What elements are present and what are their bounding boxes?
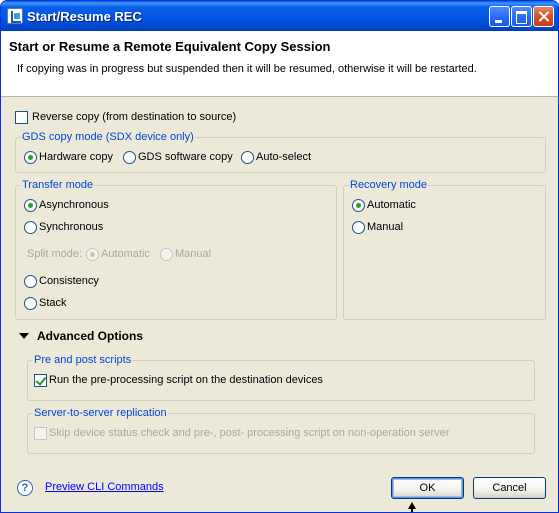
ok-button[interactable]: OK xyxy=(391,477,464,499)
hardware-copy-label[interactable]: Hardware copy xyxy=(39,151,113,163)
asynchronous-radio[interactable] xyxy=(24,199,37,212)
transfer-mode-title: Transfer mode xyxy=(21,179,95,191)
skip-status-check-label[interactable]: Skip device status check and pre-, post-… xyxy=(49,427,449,439)
gds-software-copy-label[interactable]: GDS software copy xyxy=(138,151,233,163)
recovery-automatic-radio[interactable] xyxy=(352,199,365,212)
synchronous-label[interactable]: Synchronous xyxy=(39,221,103,233)
gds-copy-mode-title: GDS copy mode (SDX device only) xyxy=(21,131,195,143)
recovery-manual-radio[interactable] xyxy=(352,221,365,234)
mouse-cursor-stem xyxy=(411,508,413,512)
reverse-copy-label[interactable]: Reverse copy (from destination to source… xyxy=(32,111,236,123)
pre-processing-script-label[interactable]: Run the pre-processing script on the des… xyxy=(49,374,323,386)
gds-software-copy-radio[interactable] xyxy=(123,151,136,164)
dialog-header: Start or Resume a Remote Equivalent Copy… xyxy=(1,31,558,97)
recovery-manual-label[interactable]: Manual xyxy=(367,221,403,233)
cancel-button[interactable]: Cancel xyxy=(473,477,546,499)
close-icon[interactable] xyxy=(533,6,554,27)
split-manual-label[interactable]: Manual xyxy=(175,248,211,260)
server-replication-title: Server-to-server replication xyxy=(33,407,168,419)
minimize-icon[interactable] xyxy=(489,6,510,27)
preview-cli-commands-link[interactable]: Preview CLI Commands xyxy=(45,481,164,493)
synchronous-radio[interactable] xyxy=(24,221,37,234)
stack-radio[interactable] xyxy=(24,297,37,310)
dialog-description: If copying was in progress but suspended… xyxy=(17,63,477,75)
split-automatic-radio[interactable] xyxy=(86,248,99,261)
pre-processing-script-checkbox[interactable] xyxy=(34,374,47,387)
maximize-icon[interactable] xyxy=(511,6,532,27)
app-icon xyxy=(7,8,23,24)
window-title: Start/Resume REC xyxy=(27,9,142,24)
stack-label[interactable]: Stack xyxy=(39,297,67,309)
split-automatic-label[interactable]: Automatic xyxy=(101,248,150,260)
consistency-label[interactable]: Consistency xyxy=(39,275,99,287)
split-mode-label: Split mode: xyxy=(27,248,83,260)
dialog-window: Start/Resume REC Start or Resume a Remot… xyxy=(0,0,559,513)
title-bar[interactable]: Start/Resume REC xyxy=(1,1,558,31)
pre-post-scripts-title: Pre and post scripts xyxy=(33,354,133,366)
expand-triangle-icon[interactable] xyxy=(19,333,29,339)
recovery-automatic-label[interactable]: Automatic xyxy=(367,199,416,211)
asynchronous-label[interactable]: Asynchronous xyxy=(39,199,109,211)
advanced-options-toggle[interactable]: Advanced Options xyxy=(37,329,143,343)
auto-select-label[interactable]: Auto-select xyxy=(256,151,311,163)
consistency-radio[interactable] xyxy=(24,275,37,288)
dialog-heading: Start or Resume a Remote Equivalent Copy… xyxy=(9,39,331,54)
reverse-copy-checkbox[interactable] xyxy=(15,111,28,124)
hardware-copy-radio[interactable] xyxy=(24,151,37,164)
recovery-mode-title: Recovery mode xyxy=(349,179,429,191)
split-manual-radio[interactable] xyxy=(160,248,173,261)
auto-select-radio[interactable] xyxy=(241,151,254,164)
skip-status-check-checkbox[interactable] xyxy=(34,427,47,440)
help-icon[interactable]: ? xyxy=(17,480,33,496)
